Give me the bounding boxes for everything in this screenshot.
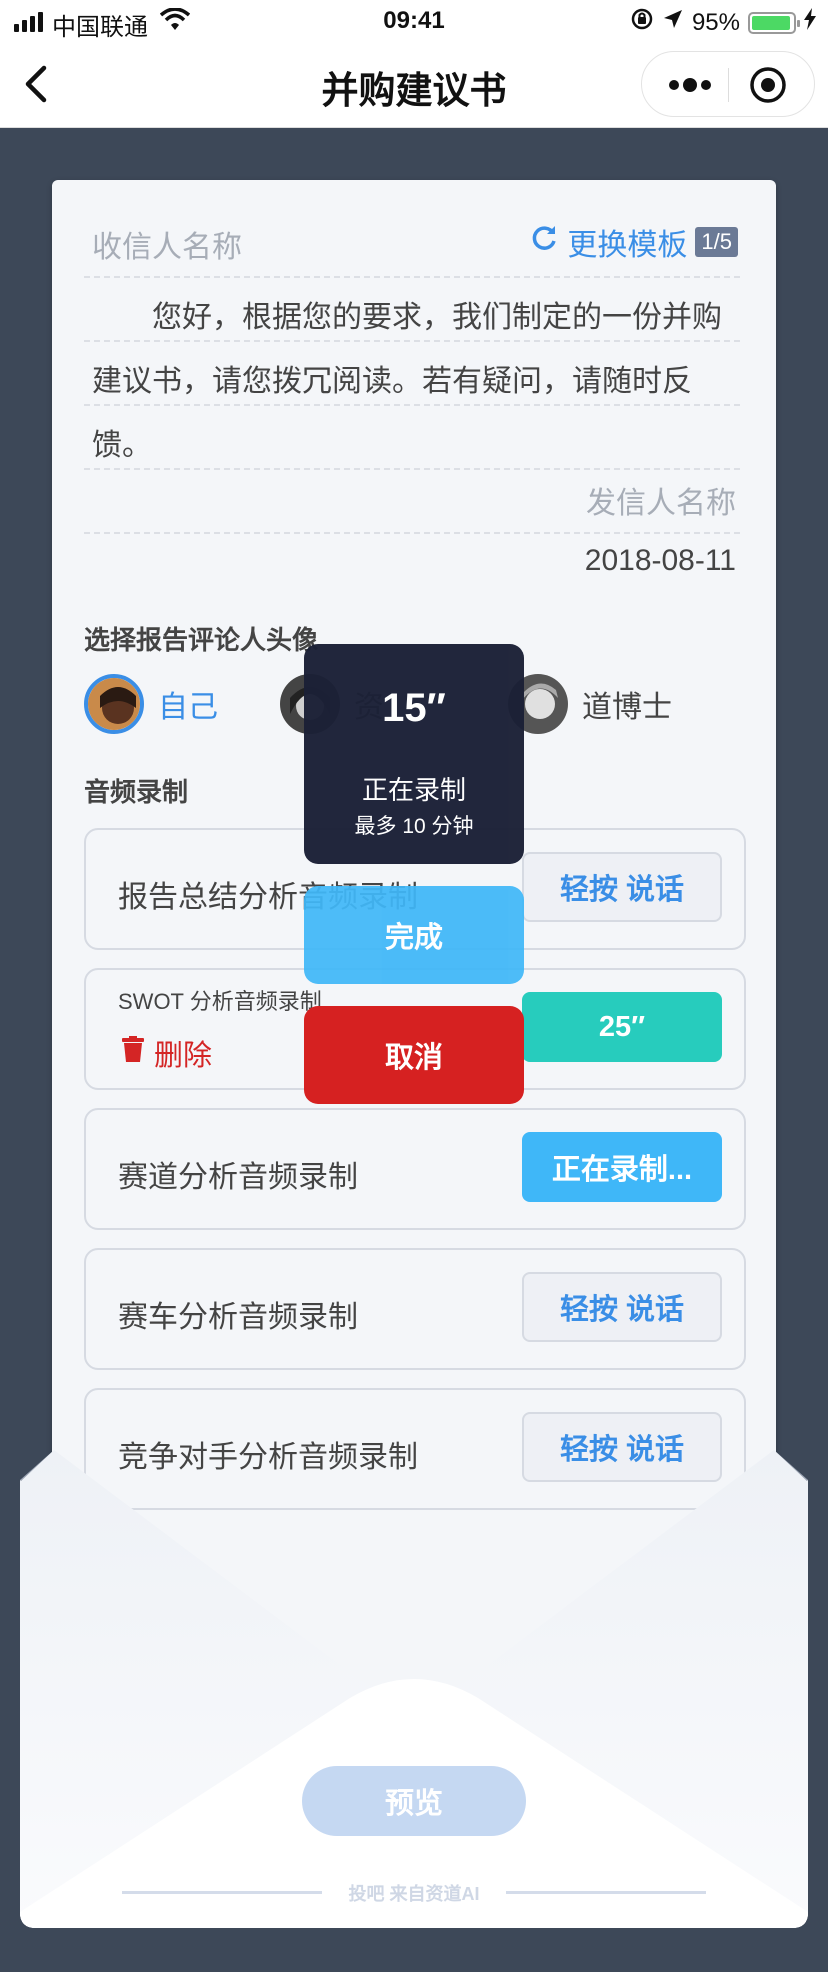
reviewer-name: 自己: [158, 691, 218, 724]
avatar: [84, 674, 144, 734]
delete-recording-button[interactable]: 删除: [122, 1032, 212, 1074]
recipient-field[interactable]: 收信人名称: [92, 222, 242, 266]
trash-icon: [122, 1036, 144, 1070]
audio-item-car: 赛车分析音频录制 轻按 说话: [84, 1248, 746, 1370]
recorded-duration-button[interactable]: 25″: [522, 992, 722, 1062]
cancel-recording-button[interactable]: 取消: [304, 1006, 524, 1104]
delete-label: 删除: [154, 1040, 213, 1072]
dashed-divider: [84, 276, 740, 278]
refresh-icon: [529, 223, 559, 261]
footer-credit: 投吧 来自资道AI: [348, 1884, 480, 1904]
rotation-lock-icon: [630, 7, 654, 38]
elapsed-time: 15″: [382, 686, 446, 730]
preview-button[interactable]: 预览: [302, 1766, 526, 1836]
dashed-divider: [84, 532, 740, 534]
change-template-button[interactable]: 更换模板 1/5: [529, 220, 738, 264]
nav-bar: 并购建议书: [0, 42, 828, 128]
envelope-front: [20, 1450, 808, 1928]
more-dots-icon[interactable]: [664, 70, 716, 100]
audio-item-track: 赛道分析音频录制 正在录制...: [84, 1108, 746, 1230]
reviewer-name: 道博士: [582, 691, 672, 724]
location-arrow-icon: [662, 8, 684, 37]
audio-item-label: SWOT 分析音频录制: [118, 989, 322, 1014]
battery-icon: [748, 11, 800, 34]
recording-limit-text: 最多 10 分钟: [354, 815, 474, 838]
press-to-talk-button[interactable]: 轻按 说话: [522, 852, 722, 922]
mini-program-capsule: [641, 51, 815, 117]
capsule-divider: [728, 68, 729, 102]
charging-icon: [804, 8, 816, 37]
letter-body-text[interactable]: 您好，根据您的要求，我们制定的一份并购建议书，请您拨冗阅读。若有疑问，请随时反馈…: [92, 286, 742, 478]
letter-date[interactable]: 2018-08-11: [585, 544, 736, 578]
recording-status-text: 正在录制: [361, 775, 466, 805]
recording-status-button[interactable]: 正在录制...: [522, 1132, 722, 1202]
finish-recording-button[interactable]: 完成: [304, 886, 524, 984]
audio-section-title: 音频录制: [84, 777, 189, 807]
reviewer-section-title: 选择报告评论人头像: [84, 625, 319, 655]
template-page-badge: 1/5: [695, 227, 738, 257]
status-bar: 中国联通 09:41 95%: [0, 0, 828, 42]
reviewer-option-self[interactable]: 自己: [84, 674, 218, 734]
audio-item-label: 赛道分析音频录制: [118, 1161, 358, 1194]
audio-item-label: 赛车分析音频录制: [118, 1301, 358, 1334]
battery-percentage: 95%: [691, 8, 740, 36]
target-close-icon[interactable]: [748, 65, 788, 105]
change-template-label: 更换模板: [567, 229, 688, 262]
reviewer-option-dr-dao[interactable]: 道博士: [508, 674, 672, 734]
recording-timer-popup: 15″ 正在录制 最多 10 分钟: [304, 644, 524, 864]
sender-field[interactable]: 发信人名称: [586, 478, 736, 522]
press-to-talk-button[interactable]: 轻按 说话: [522, 1272, 722, 1342]
